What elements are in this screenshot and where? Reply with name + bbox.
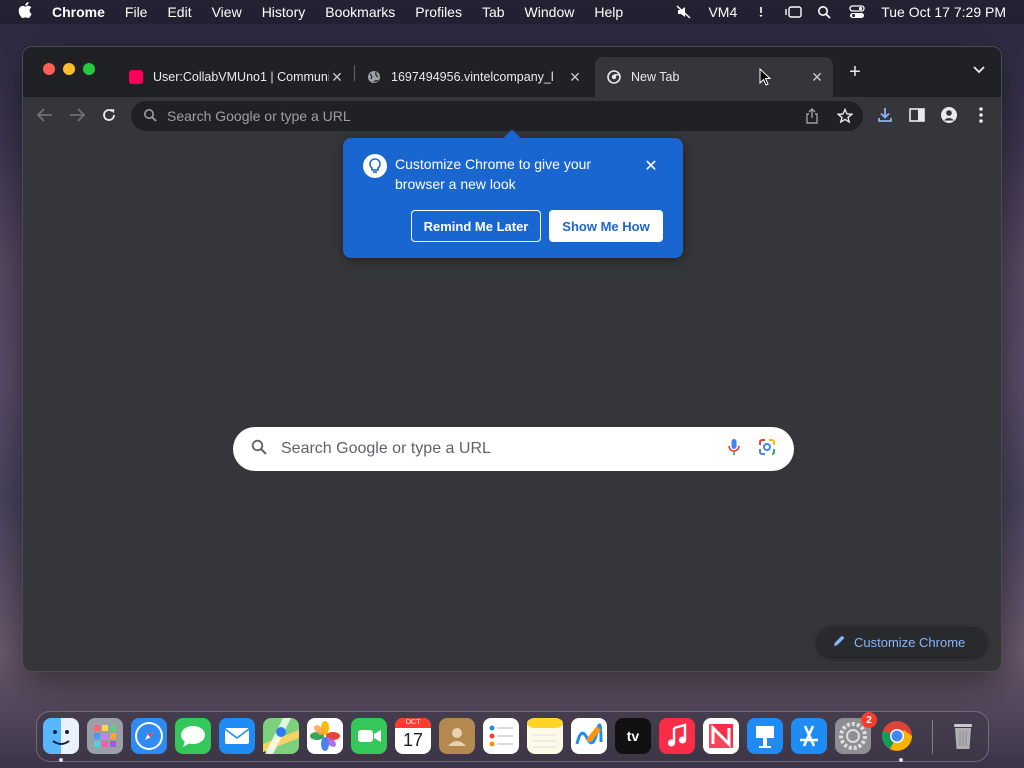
tab-new-tab[interactable]: New Tab ✕ <box>595 57 833 97</box>
menu-view[interactable]: View <box>212 4 242 20</box>
zoom-window-button[interactable] <box>83 63 95 75</box>
mute-icon[interactable] <box>676 5 692 19</box>
menu-bookmarks[interactable]: Bookmarks <box>325 4 395 20</box>
maps-icon[interactable] <box>263 718 299 754</box>
control-center-icon[interactable] <box>849 5 865 19</box>
reminders-icon[interactable] <box>483 718 519 754</box>
forward-icon[interactable] <box>65 103 89 127</box>
tab-title: User:CollabVMUno1 | Community <box>153 70 329 84</box>
notification-badge: 2 <box>861 712 877 728</box>
contacts-icon[interactable] <box>439 718 475 754</box>
promo-message: Customize Chrome to give your browser a … <box>395 156 592 192</box>
bookmark-star-icon[interactable] <box>836 107 854 127</box>
stage-manager-icon[interactable] <box>785 5 802 19</box>
tab-vintelcompany[interactable]: 1697494956.vintelcompany_l ✕ <box>355 57 591 97</box>
close-tab-icon[interactable]: ✕ <box>809 69 825 86</box>
apple-tv-label: tv <box>626 728 640 744</box>
chrome-icon <box>607 70 621 84</box>
tab-strip: User:CollabVMUno1 | Community ✕ 16974949… <box>23 47 1001 97</box>
menu-bar: Chrome File Edit View History Bookmarks … <box>0 0 1024 24</box>
chrome-app-icon[interactable] <box>879 718 915 754</box>
show-me-how-button[interactable]: Show Me How <box>549 210 663 242</box>
customize-promo-bubble: Customize Chrome to give your browser a … <box>343 138 683 258</box>
calendar-icon[interactable]: OCT 17 <box>395 718 431 754</box>
share-icon[interactable] <box>805 108 819 127</box>
mouse-cursor-icon <box>759 68 771 86</box>
finder-icon[interactable] <box>43 718 79 754</box>
menu-profiles[interactable]: Profiles <box>415 4 462 20</box>
music-icon[interactable] <box>659 718 695 754</box>
close-tab-icon[interactable]: ✕ <box>329 69 345 86</box>
menu-edit[interactable]: Edit <box>167 4 191 20</box>
apple-tv-icon[interactable]: tv <box>615 718 651 754</box>
dock-divider <box>932 720 933 754</box>
toolbar: Search Google or type a URL <box>23 97 1001 133</box>
running-indicator <box>899 758 903 762</box>
mail-icon[interactable] <box>219 718 255 754</box>
lightbulb-icon <box>363 154 387 178</box>
menu-file[interactable]: File <box>125 4 148 20</box>
profile-icon[interactable] <box>937 103 961 127</box>
menu-window[interactable]: Window <box>525 4 575 20</box>
ntp-search-box[interactable]: Search Google or type a URL <box>233 427 794 471</box>
menu-history[interactable]: History <box>262 4 306 20</box>
menu-help[interactable]: Help <box>594 4 623 20</box>
messages-icon[interactable] <box>175 718 211 754</box>
address-bar[interactable]: Search Google or type a URL <box>131 101 863 131</box>
trash-icon[interactable] <box>945 718 981 754</box>
pencil-icon <box>833 634 846 650</box>
menu-tab[interactable]: Tab <box>482 4 505 20</box>
tab-community[interactable]: User:CollabVMUno1 | Community ✕ <box>117 57 353 97</box>
calendar-month: OCT <box>395 718 431 728</box>
app-store-icon[interactable] <box>791 718 827 754</box>
close-tab-icon[interactable]: ✕ <box>567 69 583 86</box>
photos-icon[interactable] <box>307 718 343 754</box>
news-icon[interactable] <box>703 718 739 754</box>
tab-title: 1697494956.vintelcompany_l <box>391 70 554 84</box>
customize-chrome-button[interactable]: Customize Chrome <box>817 627 987 657</box>
globe-icon <box>367 70 381 84</box>
freeform-icon[interactable] <box>571 718 607 754</box>
chrome-window: User:CollabVMUno1 | Community ✕ 16974949… <box>22 46 1002 672</box>
new-tab-icon[interactable]: + <box>845 61 865 84</box>
new-tab-page: Customize Chrome to give your browser a … <box>23 133 1001 671</box>
tab-title: New Tab <box>631 70 680 84</box>
reload-icon[interactable] <box>97 103 121 127</box>
remind-me-later-button[interactable]: Remind Me Later <box>411 210 541 242</box>
running-indicator <box>59 758 63 762</box>
spotlight-search-icon[interactable] <box>817 5 833 19</box>
more-menu-icon[interactable] <box>969 103 993 127</box>
calendar-day: 17 <box>402 730 424 750</box>
menu-clock[interactable]: Tue Oct 17 7:29 PM <box>881 4 1006 20</box>
fandom-icon <box>129 70 143 84</box>
apple-menu-icon[interactable] <box>18 1 34 23</box>
ntp-search-placeholder: Search Google or type a URL <box>281 440 491 457</box>
voice-search-icon[interactable] <box>728 438 740 461</box>
search-icon <box>143 108 157 125</box>
search-icon <box>251 439 267 460</box>
system-settings-icon[interactable]: 2 <box>835 712 877 754</box>
dock: OCT 17 tv 2 <box>36 711 989 762</box>
facetime-icon[interactable] <box>351 718 387 754</box>
close-promo-icon[interactable]: ✕ <box>641 156 661 176</box>
wifi-icon[interactable] <box>753 5 769 19</box>
launchpad-icon[interactable] <box>87 718 123 754</box>
customize-chrome-label: Customize Chrome <box>854 634 966 650</box>
notes-icon[interactable] <box>527 718 563 754</box>
safari-icon[interactable] <box>131 718 167 754</box>
close-window-button[interactable] <box>43 63 55 75</box>
side-panel-icon[interactable] <box>905 103 929 127</box>
address-bar-placeholder: Search Google or type a URL <box>167 108 351 124</box>
keynote-icon[interactable] <box>747 718 783 754</box>
tab-search-icon[interactable] <box>973 63 985 77</box>
downloads-icon[interactable] <box>873 103 897 127</box>
user-label[interactable]: VM4 <box>708 4 737 20</box>
minimize-window-button[interactable] <box>63 63 75 75</box>
app-menu[interactable]: Chrome <box>52 4 105 20</box>
back-icon[interactable] <box>33 103 57 127</box>
google-lens-icon[interactable] <box>758 438 776 461</box>
